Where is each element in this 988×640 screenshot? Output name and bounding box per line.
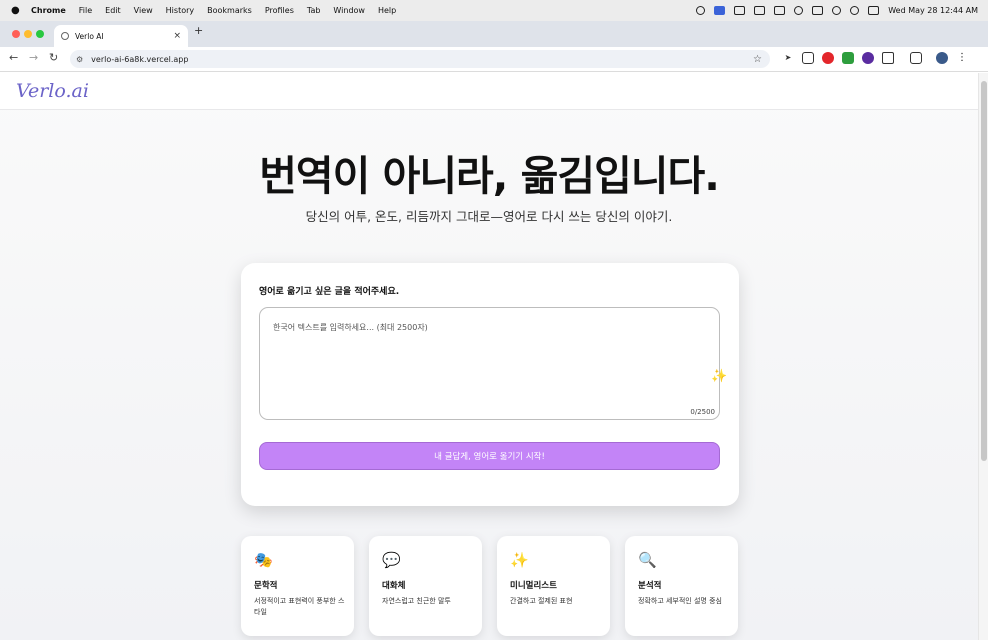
start-translation-button[interactable]: 내 글답게, 영어로 옮기기 시작! [259, 442, 720, 470]
scrollbar-thumb[interactable] [981, 81, 987, 461]
style-card-title: 분석적 [638, 581, 662, 591]
reload-button[interactable]: ↻ [49, 51, 58, 64]
extension-green-icon[interactable] [842, 52, 854, 64]
profile-avatar[interactable] [936, 52, 948, 64]
style-card-title: 문학적 [254, 581, 278, 591]
hero-title: 번역이 아니라, 옮김입니다. [259, 152, 720, 200]
address-url[interactable]: verlo-ai-6a8k.vercel.app [91, 55, 188, 64]
window-zoom-button[interactable] [36, 30, 44, 38]
browser-menu-icon[interactable]: ⋮ [956, 52, 968, 64]
menu-history[interactable]: History [166, 6, 194, 15]
magnifying-glass-icon: 🔍 [638, 551, 657, 569]
volume-icon[interactable] [754, 6, 766, 15]
extensions-row: ➤ ⋮ [782, 52, 968, 64]
app-status-icon[interactable] [794, 6, 804, 15]
spotlight-search-icon[interactable] [850, 6, 860, 15]
style-card-description: 간결하고 절제된 표현 [510, 597, 573, 605]
menu-profiles[interactable]: Profiles [265, 6, 294, 15]
extension-red-icon[interactable] [822, 52, 834, 64]
sparkles-icon: ✨ [510, 551, 529, 569]
forward-button[interactable]: → [29, 51, 38, 64]
style-card-literary[interactable]: 🎭 문학적 서정적이고 표현력이 풍부한 스타일 [241, 536, 354, 636]
page-scrollbar[interactable] [978, 73, 988, 640]
media-icon[interactable] [734, 6, 746, 15]
style-card-minimalist[interactable]: ✨ 미니멀리스트 간결하고 절제된 표현 [497, 536, 610, 636]
new-tab-button[interactable]: + [194, 24, 203, 37]
site-info-icon[interactable]: ⚙ [76, 55, 83, 64]
window-minimize-button[interactable] [24, 30, 32, 38]
record-icon[interactable] [696, 6, 706, 15]
style-card-description: 서정적이고 표현력이 풍부한 스타일 [254, 597, 345, 616]
composer-label: 영어로 옮기고 싶은 글을 적어주세요. [259, 287, 400, 297]
style-card-description: 정확하고 세부적인 설명 중심 [638, 597, 722, 605]
composer-card: 영어로 옮기고 싶은 글을 적어주세요. 0/2500 ✨ 내 글답게, 영어로… [241, 263, 739, 506]
extension-box-icon[interactable] [802, 52, 814, 64]
style-card-conversational[interactable]: 💬 대화체 자연스럽고 친근한 말투 [369, 536, 482, 636]
menu-tab[interactable]: Tab [307, 6, 321, 15]
menu-edit[interactable]: Edit [105, 6, 121, 15]
source-text-input[interactable] [259, 307, 720, 420]
window-close-button[interactable] [12, 30, 20, 38]
tab-title: Verlo AI [75, 31, 104, 41]
style-card-title: 대화체 [382, 581, 406, 591]
macos-menu-bar: ● Chrome File Edit View History Bookmark… [0, 0, 988, 21]
status-icons: Wed May 28 12:44 AM [696, 0, 978, 21]
menu-file[interactable]: File [79, 6, 92, 15]
site-header: Verlo.ai [0, 73, 978, 110]
menu-app-chrome[interactable]: Chrome [31, 6, 66, 15]
style-card-title: 미니멀리스트 [510, 581, 557, 591]
apple-icon[interactable]: ● [11, 5, 21, 16]
battery-icon[interactable] [812, 6, 824, 15]
web-page: Verlo.ai 번역이 아니라, 옮김입니다. 당신의 어투, 온도, 리듬까… [0, 73, 978, 640]
theater-masks-icon: 🎭 [254, 551, 273, 569]
menu-help[interactable]: Help [378, 6, 396, 15]
browser-toolbar: ← → ↻ ⚙ verlo-ai-6a8k.vercel.app ☆ ➤ ⋮ [0, 47, 988, 72]
menu-view[interactable]: View [134, 6, 153, 15]
browser-tab-strip: Verlo AI × + [0, 21, 988, 47]
tab-favicon-icon [61, 32, 69, 40]
menu-bookmarks[interactable]: Bookmarks [207, 6, 252, 15]
speech-bubble-icon: 💬 [382, 551, 401, 569]
character-counter: 0/2500 [690, 408, 715, 416]
back-button[interactable]: ← [9, 51, 18, 64]
site-logo[interactable]: Verlo.ai [16, 80, 89, 102]
tab-close-icon[interactable]: × [173, 31, 181, 41]
tab-search-icon[interactable] [910, 52, 922, 64]
menubar-datetime[interactable]: Wed May 28 12:44 AM [888, 6, 978, 15]
wifi-icon[interactable] [832, 6, 842, 15]
style-card-analytical[interactable]: 🔍 분석적 정확하고 세부적인 설명 중심 [625, 536, 738, 636]
extension-purple-icon[interactable] [862, 52, 874, 64]
control-center-icon[interactable] [868, 6, 880, 15]
style-card-description: 자연스럽고 친근한 말투 [382, 597, 451, 605]
bookmark-star-icon[interactable]: ☆ [753, 54, 762, 65]
sparkle-cursor-icon: ✨ [711, 369, 728, 384]
extension-arrow-icon[interactable]: ➤ [782, 52, 794, 64]
address-bar[interactable]: ⚙ verlo-ai-6a8k.vercel.app ☆ [70, 50, 770, 68]
extensions-puzzle-icon[interactable] [882, 52, 894, 64]
menu-window[interactable]: Window [333, 6, 365, 15]
screen-share-icon[interactable] [714, 6, 726, 15]
input-source-icon[interactable] [774, 6, 786, 15]
hero-subtitle: 당신의 어투, 온도, 리듬까지 그대로—영어로 다시 쓰는 당신의 이야기. [305, 209, 673, 224]
browser-tab-active[interactable]: Verlo AI × [54, 25, 188, 47]
